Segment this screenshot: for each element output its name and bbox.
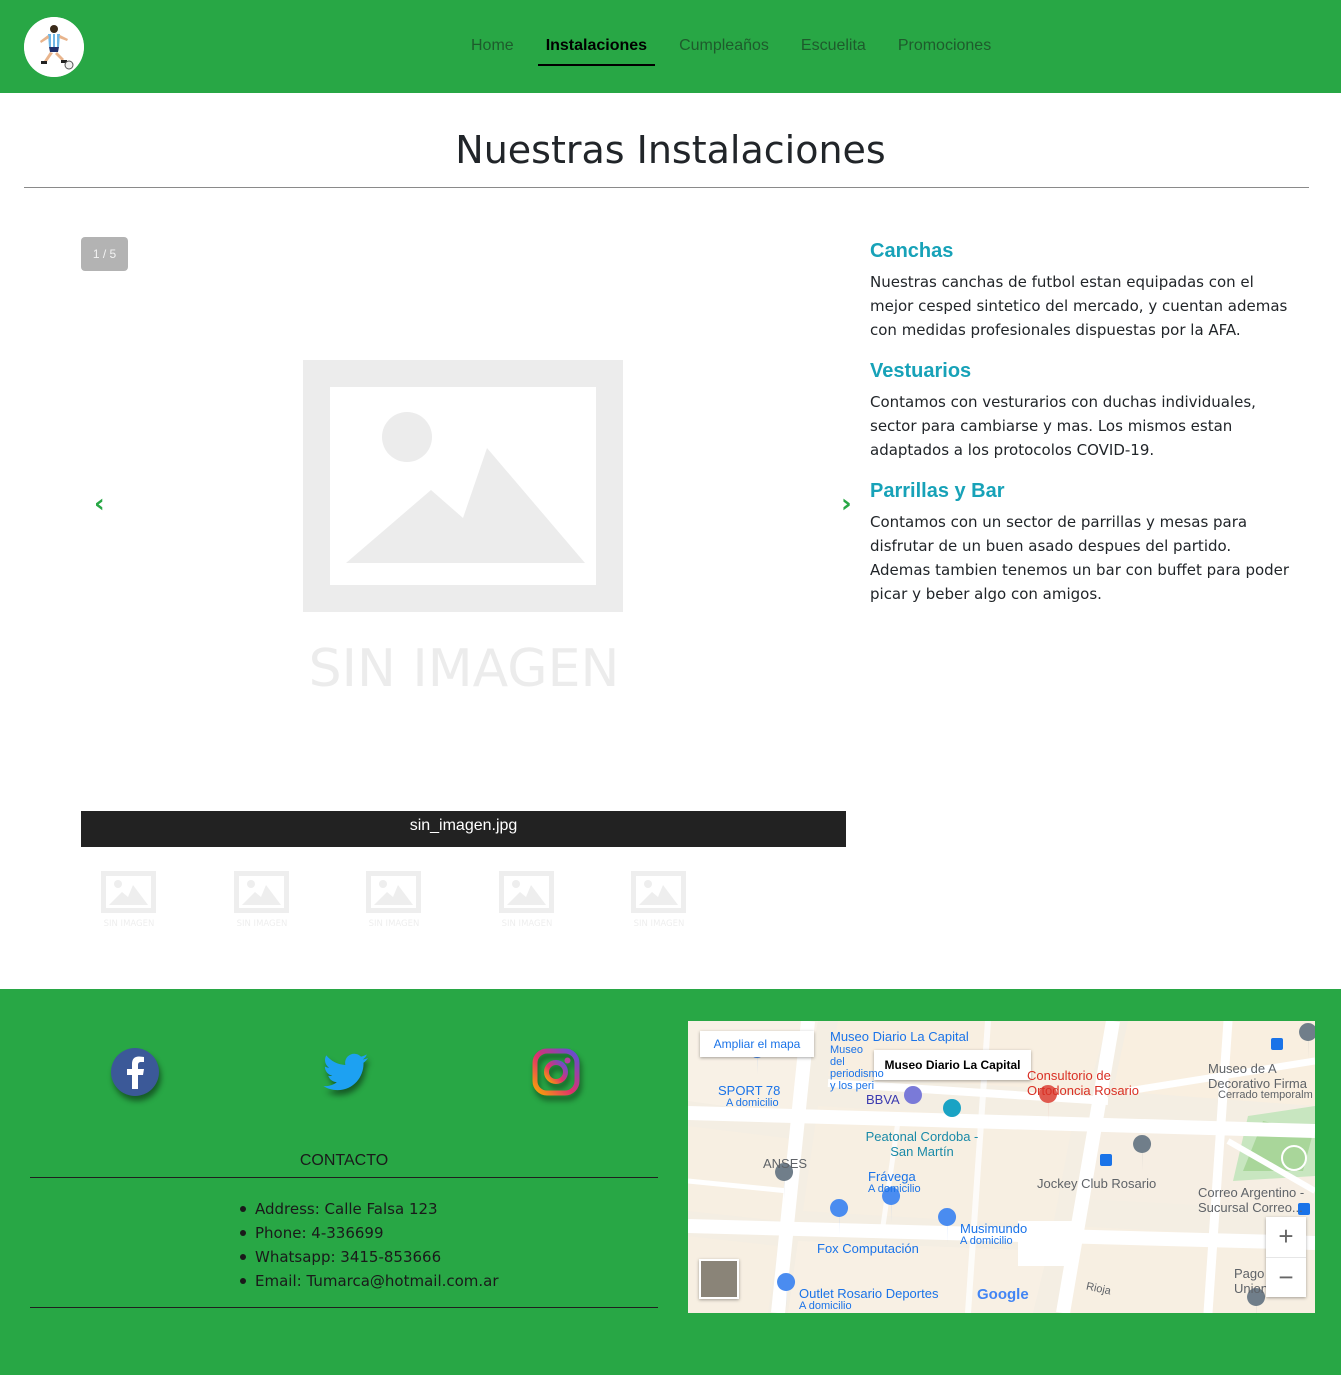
slide-counter: 1 / 5: [81, 237, 128, 271]
gallery-thumbnail[interactable]: SIN IMAGEN: [100, 868, 158, 930]
chevron-left-icon[interactable]: ‹: [94, 489, 105, 519]
placeholder-image: SIN IMAGEN: [303, 360, 623, 699]
map-label-bbva: BBVA: [866, 1092, 900, 1107]
nav-cumpleanos[interactable]: Cumpleaños: [663, 28, 785, 66]
image-gallery: 1 / 5 ‹ › SIN IMAGEN sin_imagen.jpg: [81, 237, 852, 847]
nav-home[interactable]: Home: [455, 28, 530, 66]
feature-text-canchas: Nuestras canchas de futbol estan equipad…: [870, 273, 1288, 339]
map-label-fox: Fox Computación: [817, 1241, 919, 1256]
google-logo: Google: [977, 1286, 1029, 1303]
gallery-thumbnail[interactable]: SIN IMAGEN: [233, 868, 291, 930]
twitter-icon[interactable]: [321, 1047, 371, 1097]
page-title: Nuestras Instalaciones: [455, 128, 886, 172]
feature-text-vestuarios: Contamos con vesturarios con duchas indi…: [870, 393, 1256, 459]
map-label-fravega: Frávega: [868, 1169, 916, 1184]
nav-promociones[interactable]: Promociones: [882, 28, 1007, 66]
thumbnail-text: SIN IMAGEN: [501, 919, 552, 929]
contact-email[interactable]: Email: Tumarca@hotmail.com.ar: [240, 1269, 499, 1293]
gallery-thumbnail[interactable]: SIN IMAGEN: [630, 868, 688, 930]
embedded-map[interactable]: Ampliar el mapa Museo Diario La Capital …: [688, 1021, 1315, 1313]
feature-title-canchas: Canchas: [870, 240, 954, 262]
features-list: Canchas Nuestras canchas de futbol estan…: [870, 238, 1290, 622]
chevron-right-icon[interactable]: ›: [841, 489, 852, 519]
thumbnail-strip: SIN IMAGEN SIN IMAGEN SIN IMAGEN SIN IMAGEN…: [100, 868, 688, 930]
gallery-thumbnail[interactable]: SIN IMAGEN: [498, 868, 556, 930]
satellite-toggle-button[interactable]: [699, 1259, 739, 1299]
main-nav: Home Instalaciones Cumpleaños Escuelita …: [455, 28, 1007, 66]
thumbnail-text: SIN IMAGEN: [236, 919, 287, 929]
facebook-icon[interactable]: [110, 1047, 160, 1097]
map-place-popup: Museo Diario La Capital: [874, 1050, 1031, 1080]
footer: CONTACTO Address: Calle Falsa 123 Phone:…: [0, 989, 1341, 1375]
contact-whatsapp: Whatsapp: 3415-853666: [240, 1245, 499, 1269]
zoom-in-button[interactable]: +: [1266, 1217, 1306, 1257]
logo[interactable]: [24, 17, 84, 77]
feature-title-vestuarios: Vestuarios: [870, 360, 972, 382]
map-sub-museo: Museo del periodismo y los peri: [830, 1044, 884, 1092]
map-label-correo: Correo Argentino - Sucursal Correo...: [1198, 1185, 1305, 1215]
map-label-musimundo: Musimundo: [960, 1221, 1028, 1236]
map-label-jockey: Jockey Club Rosario: [1037, 1176, 1157, 1191]
nav-instalaciones[interactable]: Instalaciones: [530, 28, 663, 66]
thumbnail-text: SIN IMAGEN: [634, 919, 685, 929]
thumbnail-text: SIN IMAGEN: [104, 919, 155, 929]
image-caption: sin_imagen.jpg: [81, 811, 846, 847]
gallery-thumbnail[interactable]: SIN IMAGEN: [365, 868, 423, 930]
map-label-cerrado: Cerrado temporalm: [1218, 1089, 1313, 1101]
instagram-icon[interactable]: [531, 1047, 581, 1097]
title-divider: [24, 187, 1309, 188]
map-label-museo-arte: Museo de A Decorativo Firma: [1208, 1061, 1307, 1091]
contact-phone: Phone: 4-336699: [240, 1221, 499, 1245]
map-label-consultorio: Consultorio de Ortodoncia Rosario: [1027, 1068, 1139, 1098]
map-label-museo: Museo Diario La Capital: [830, 1029, 969, 1044]
map-sub-sport78: A domicilio: [726, 1097, 779, 1109]
contact-address: Address: Calle Falsa 123: [240, 1197, 499, 1221]
zoom-controls: + −: [1266, 1217, 1306, 1297]
contact-bottom-divider: [30, 1307, 658, 1308]
map-sub-fravega: A domicilio: [868, 1183, 921, 1195]
thumbnail-text: SIN IMAGEN: [369, 919, 420, 929]
map-label-peatonal: Peatonal Cordoba - San Martín: [865, 1129, 979, 1159]
feature-text-parrillas: Contamos con un sector de parrillas y me…: [870, 513, 1290, 603]
enlarge-map-button[interactable]: Ampliar el mapa: [700, 1031, 814, 1057]
navbar: Home Instalaciones Cumpleaños Escuelita …: [0, 0, 1341, 93]
placeholder-image-text: SIN IMAGEN: [309, 639, 620, 699]
map-label-anses: ANSES: [763, 1156, 808, 1171]
contact-top-divider: [30, 1177, 658, 1178]
contact-list: Address: Calle Falsa 123 Phone: 4-336699…: [240, 1197, 499, 1293]
zoom-out-button[interactable]: −: [1266, 1257, 1306, 1297]
map-label-outlet: Outlet Rosario Deportes: [799, 1286, 939, 1301]
soccer-player-logo-icon: [24, 17, 84, 77]
nav-escuelita[interactable]: Escuelita: [785, 28, 882, 66]
map-sub-musimundo: A domicilio: [960, 1235, 1013, 1247]
contact-title: CONTACTO: [299, 1152, 389, 1169]
map-label-sport78: SPORT 78: [718, 1083, 781, 1098]
map-sub-outlet: A domicilio: [799, 1300, 852, 1312]
feature-title-parrillas: Parrillas y Bar: [870, 480, 1005, 502]
